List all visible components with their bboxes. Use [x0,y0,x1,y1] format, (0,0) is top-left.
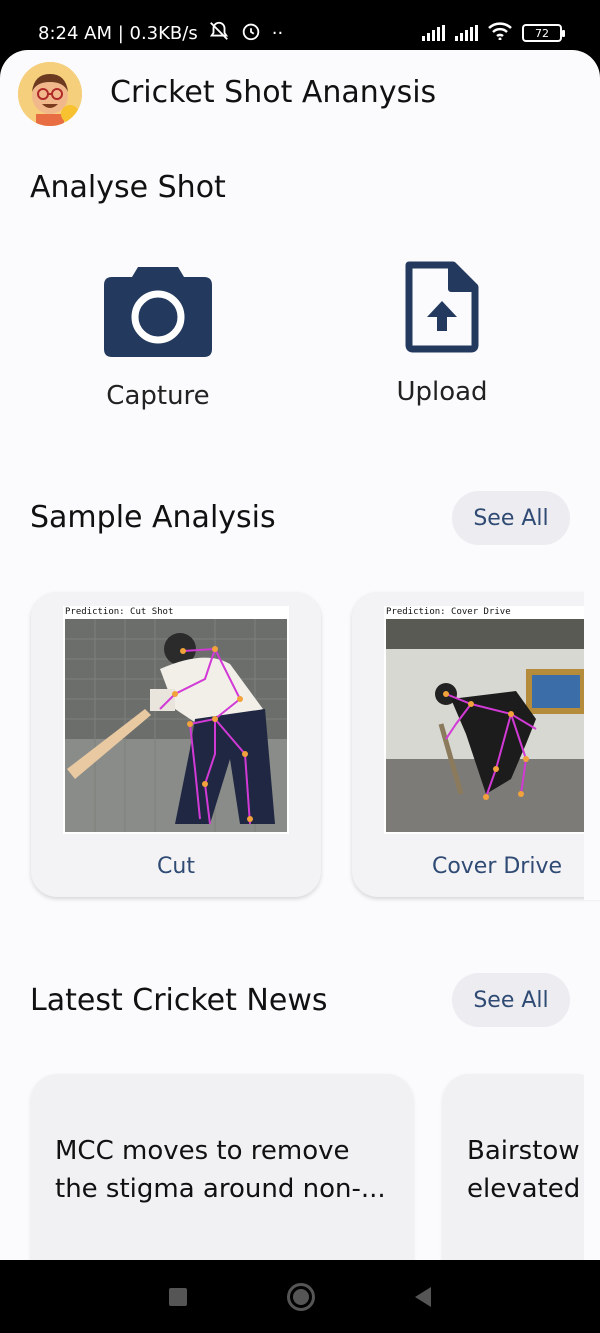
news-headline-2: Bairstow elevated s [467,1132,600,1208]
prediction-text: Prediction: Cover Drive [386,607,511,617]
news-headline-2-line2: elevated s [467,1174,600,1204]
cartoon-avatar-icon[interactable] [18,62,82,126]
news-headline-2-line1: Bairstow [467,1136,580,1166]
news-title: Latest Cricket News [30,983,328,1018]
back-button[interactable] [415,1286,431,1307]
news-card-2[interactable]: Bairstow elevated s [443,1074,600,1260]
status-time: 8:24 AM | 0.3KB/s [38,23,198,44]
app-title: Cricket Shot Ananysis [110,75,437,110]
signal-icon-2 [455,25,478,41]
news-headline-1: MCC moves to remove the stigma around no… [55,1132,386,1208]
capture-label: Capture [106,381,210,411]
camera-icon [104,263,212,361]
capture-button[interactable]: Capture [88,263,228,411]
sample-label-cover-drive: Cover Drive [431,854,563,879]
news-card-1[interactable]: MCC moves to remove the stigma around no… [31,1074,413,1260]
news-clip-edge [584,1070,600,1260]
wifi-icon [488,22,512,44]
app-screen: Cricket Shot Ananysis Analyse Shot Captu… [0,50,600,1260]
prediction-text: Prediction: Cut Shot [65,607,174,617]
sample-card-cut[interactable]: Prediction: Cut Shot Cut [31,592,321,897]
status-dots: ·· [271,23,284,44]
home-button[interactable] [287,1282,315,1311]
system-nav-bar [0,1260,600,1333]
cut-shot-photo [65,619,287,832]
cover-drive-photo [386,619,600,832]
card-clip-edge [584,590,600,900]
status-right: 72 [422,22,565,44]
news-headline-1-line2: the stigma around non-... [55,1174,386,1204]
signal-icon [422,25,445,41]
news-headline-1-line1: MCC moves to remove [55,1136,350,1166]
sample-image-cover-drive: Prediction: Cover Drive [384,606,600,834]
analyse-shot-title: Analyse Shot [30,170,226,205]
battery-icon: 72 [522,24,565,42]
sample-see-all-button[interactable]: See All [452,491,570,545]
news-see-all-button[interactable]: See All [452,973,570,1027]
upload-button[interactable]: Upload [372,261,512,407]
recents-button[interactable] [169,1287,187,1306]
upload-label: Upload [396,377,488,407]
alarm-icon [240,20,262,47]
status-left: 8:24 AM | 0.3KB/s ·· [38,20,283,47]
sample-image-cut: Prediction: Cut Shot [63,606,289,834]
sample-card-cover-drive[interactable]: Prediction: Cover Drive Cover Drive [352,592,600,897]
mute-icon [208,20,230,47]
app-header: Cricket Shot Ananysis [0,50,600,140]
file-upload-icon [405,261,479,357]
sample-analysis-title: Sample Analysis [30,500,276,535]
sample-label-cut: Cut [157,854,195,879]
